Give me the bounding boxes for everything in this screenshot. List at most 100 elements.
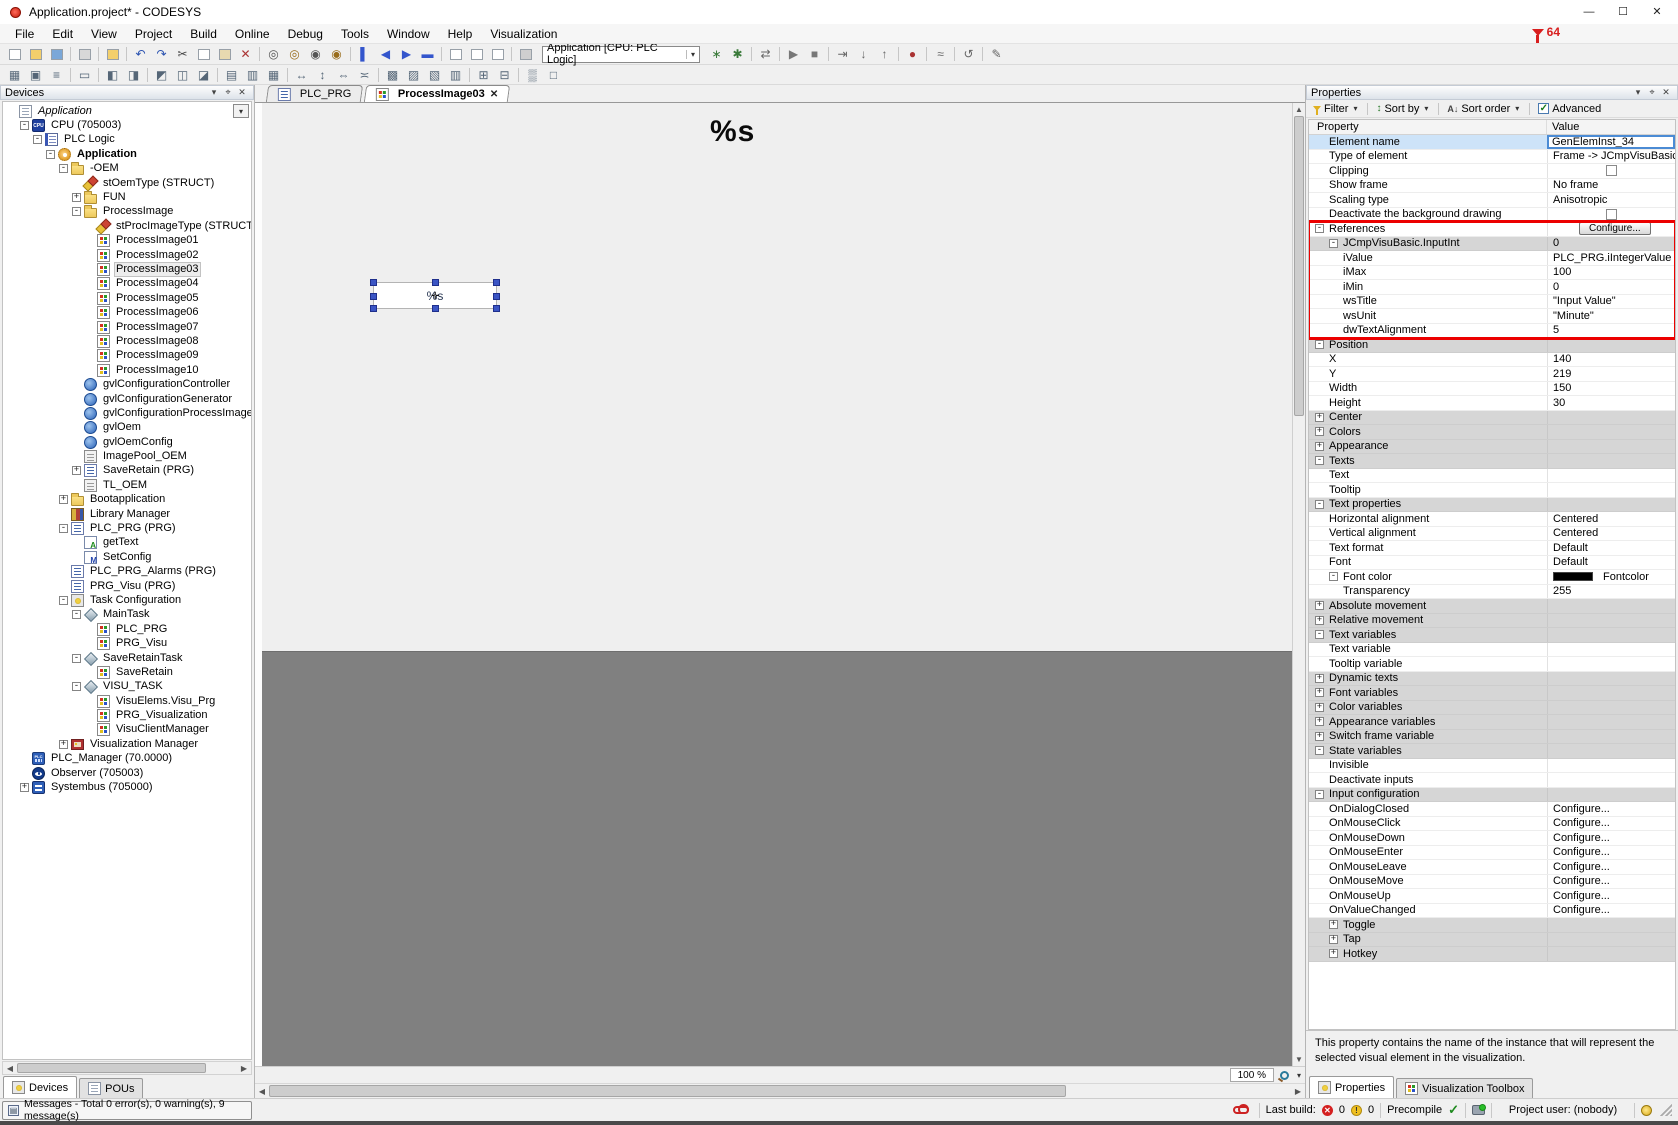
selected-visual-element[interactable]: %s ✛ xyxy=(373,282,497,309)
bookmark-prev-icon[interactable]: ◀ xyxy=(376,46,395,63)
menu-tools[interactable]: Tools xyxy=(332,27,378,41)
expand-toggle[interactable]: + xyxy=(59,740,68,749)
expand-toggle[interactable]: + xyxy=(72,466,81,475)
tree-item-visuelems-visu-prg[interactable]: VisuElems.Visu_Prg xyxy=(3,694,251,708)
expand-toggle[interactable]: + xyxy=(72,193,81,202)
property-row-tooltip[interactable]: Tooltip xyxy=(1309,483,1675,498)
tree-item-processimage08[interactable]: ProcessImage08 xyxy=(3,334,251,348)
checkbox[interactable] xyxy=(1606,165,1617,176)
editor-tab-processimage03[interactable]: ProcessImage03✕ xyxy=(364,85,511,102)
tree-item-gvlconfigurationcontroller[interactable]: gvlConfigurationController xyxy=(3,377,251,391)
tree-item-application[interactable]: Application xyxy=(3,104,251,118)
property-row-onmouseenter[interactable]: OnMouseEnterConfigure... xyxy=(1309,846,1675,861)
select-tool-icon[interactable]: ▦ xyxy=(5,66,24,83)
property-row-horizontal-alignment[interactable]: Horizontal alignmentCentered xyxy=(1309,512,1675,527)
expand-toggle[interactable]: - xyxy=(20,121,29,130)
expand-toggle[interactable]: + xyxy=(1329,949,1338,958)
scroll-down-icon[interactable]: ▼ xyxy=(1293,1053,1305,1066)
property-value[interactable]: 0 xyxy=(1547,237,1675,251)
property-row-absolute-movement[interactable]: +Absolute movement xyxy=(1309,599,1675,614)
tree-item-processimage05[interactable]: ProcessImage05 xyxy=(3,291,251,305)
property-value[interactable] xyxy=(1547,773,1675,787)
property-row-text-properties[interactable]: -Text properties xyxy=(1309,498,1675,513)
property-value[interactable]: Default xyxy=(1547,541,1675,555)
tree-item-plc-prg-prg-[interactable]: -PLC_PRG (PRG) xyxy=(3,521,251,535)
property-value[interactable]: Configure... xyxy=(1547,802,1675,816)
property-value[interactable] xyxy=(1547,483,1675,497)
send-backward-icon[interactable]: ▥ xyxy=(446,66,465,83)
property-value[interactable] xyxy=(1547,208,1675,222)
group-elements-icon[interactable]: ⊞ xyxy=(474,66,493,83)
align-left-icon[interactable]: ◧ xyxy=(103,66,122,83)
expand-toggle[interactable]: - xyxy=(72,610,81,619)
tab-visualization-toolbox[interactable]: Visualization Toolbox xyxy=(1396,1078,1533,1098)
property-row-toggle[interactable]: +Toggle xyxy=(1309,918,1675,933)
send-to-back-icon[interactable]: ▨ xyxy=(404,66,423,83)
properties-window-icon[interactable] xyxy=(488,46,507,63)
property-row-onmouseleave[interactable]: OnMouseLeaveConfigure... xyxy=(1309,860,1675,875)
expand-toggle[interactable]: - xyxy=(1315,500,1324,509)
tree-item-visualization-manager[interactable]: +Visualization Manager xyxy=(3,737,251,751)
property-row-height[interactable]: Height30 xyxy=(1309,396,1675,411)
tree-item-gvloem[interactable]: gvlOem xyxy=(3,421,251,435)
tree-item-imagepool-oem[interactable]: ImagePool_OEM xyxy=(3,449,251,463)
property-row-relative-movement[interactable]: +Relative movement xyxy=(1309,614,1675,629)
stop-icon[interactable]: ■ xyxy=(805,46,824,63)
property-row-dynamic-texts[interactable]: +Dynamic texts xyxy=(1309,672,1675,687)
property-value[interactable]: 5 xyxy=(1547,324,1675,338)
distribute-horizontal-icon[interactable]: ↔ xyxy=(292,66,311,83)
expand-toggle[interactable]: - xyxy=(1329,239,1338,248)
devices-hscrollbar[interactable]: ◀ ▶ xyxy=(2,1061,252,1075)
advanced-checkbox[interactable]: ✓ Advanced xyxy=(1536,103,1603,115)
bookmark-next-icon[interactable]: ▶ xyxy=(397,46,416,63)
property-value[interactable] xyxy=(1547,469,1675,483)
property-value[interactable]: GenElemInst_34 xyxy=(1547,135,1675,149)
property-value[interactable] xyxy=(1547,744,1675,758)
zoom-level[interactable]: 100 % xyxy=(1230,1068,1274,1082)
pin-icon[interactable]: ⌖ xyxy=(1645,87,1659,98)
tree-item-processimage07[interactable]: ProcessImage07 xyxy=(3,320,251,334)
export-icon[interactable] xyxy=(446,46,465,63)
property-row-color-variables[interactable]: +Color variables xyxy=(1309,701,1675,716)
expand-toggle[interactable]: + xyxy=(1315,413,1324,422)
tree-item-plc-prg-alarms-prg-[interactable]: PLC_PRG_Alarms (PRG) xyxy=(3,565,251,579)
tab-properties[interactable]: Properties xyxy=(1309,1076,1394,1098)
undo-icon[interactable]: ↶ xyxy=(131,46,150,63)
property-row-deactivate-the-background-drawing[interactable]: Deactivate the background drawing xyxy=(1309,208,1675,223)
tree-item-processimage01[interactable]: ProcessImage01 xyxy=(3,234,251,248)
property-value[interactable]: 255 xyxy=(1547,585,1675,599)
property-value[interactable] xyxy=(1547,628,1675,642)
property-value[interactable]: Configure... xyxy=(1547,860,1675,874)
property-row-tap[interactable]: +Tap xyxy=(1309,933,1675,948)
step-into-icon[interactable]: ↓ xyxy=(854,46,873,63)
property-row-jcmpvisubasic-inputint[interactable]: -JCmpVisuBasic.InputInt0 xyxy=(1309,237,1675,252)
tree-item-systembus-705000-[interactable]: +Systembus (705000) xyxy=(3,780,251,794)
device-status-icon[interactable] xyxy=(1472,1105,1485,1115)
property-value[interactable] xyxy=(1547,338,1675,352)
property-row-clipping[interactable]: Clipping xyxy=(1309,164,1675,179)
sort-by-button[interactable]: ↕ Sort by ▾ xyxy=(1374,103,1432,115)
property-value[interactable] xyxy=(1547,425,1675,439)
property-row-type-of-element[interactable]: Type of elementFrame -> JCmpVisuBasic.In… xyxy=(1309,150,1675,165)
property-value[interactable]: Configure... xyxy=(1547,904,1675,918)
resize-handle[interactable] xyxy=(432,305,439,312)
make-vertical-order-icon[interactable]: ▥ xyxy=(243,66,262,83)
menu-project[interactable]: Project xyxy=(126,27,181,41)
property-row-vertical-alignment[interactable]: Vertical alignmentCentered xyxy=(1309,527,1675,542)
property-row-y[interactable]: Y219 xyxy=(1309,367,1675,382)
tree-item-task-configuration[interactable]: -Task Configuration xyxy=(3,593,251,607)
tree-item-processimage03[interactable]: ProcessImage03 xyxy=(3,262,251,276)
property-value[interactable]: "Minute" xyxy=(1547,309,1675,323)
resize-handle[interactable] xyxy=(493,279,500,286)
resize-handle[interactable] xyxy=(370,305,377,312)
visualization-canvas[interactable]: %s %s ✛ xyxy=(255,103,1292,1066)
property-row-text-variables[interactable]: -Text variables xyxy=(1309,628,1675,643)
save-icon[interactable] xyxy=(47,46,66,63)
bring-to-front-icon[interactable]: ▩ xyxy=(383,66,402,83)
expand-toggle[interactable]: - xyxy=(72,654,81,663)
copy-icon[interactable] xyxy=(194,46,213,63)
menu-visualization[interactable]: Visualization xyxy=(481,27,566,41)
bookmark-toggle-icon[interactable]: ▌ xyxy=(355,46,374,63)
tree-item-library-manager[interactable]: Library Manager xyxy=(3,507,251,521)
property-value[interactable]: 100 xyxy=(1547,266,1675,280)
